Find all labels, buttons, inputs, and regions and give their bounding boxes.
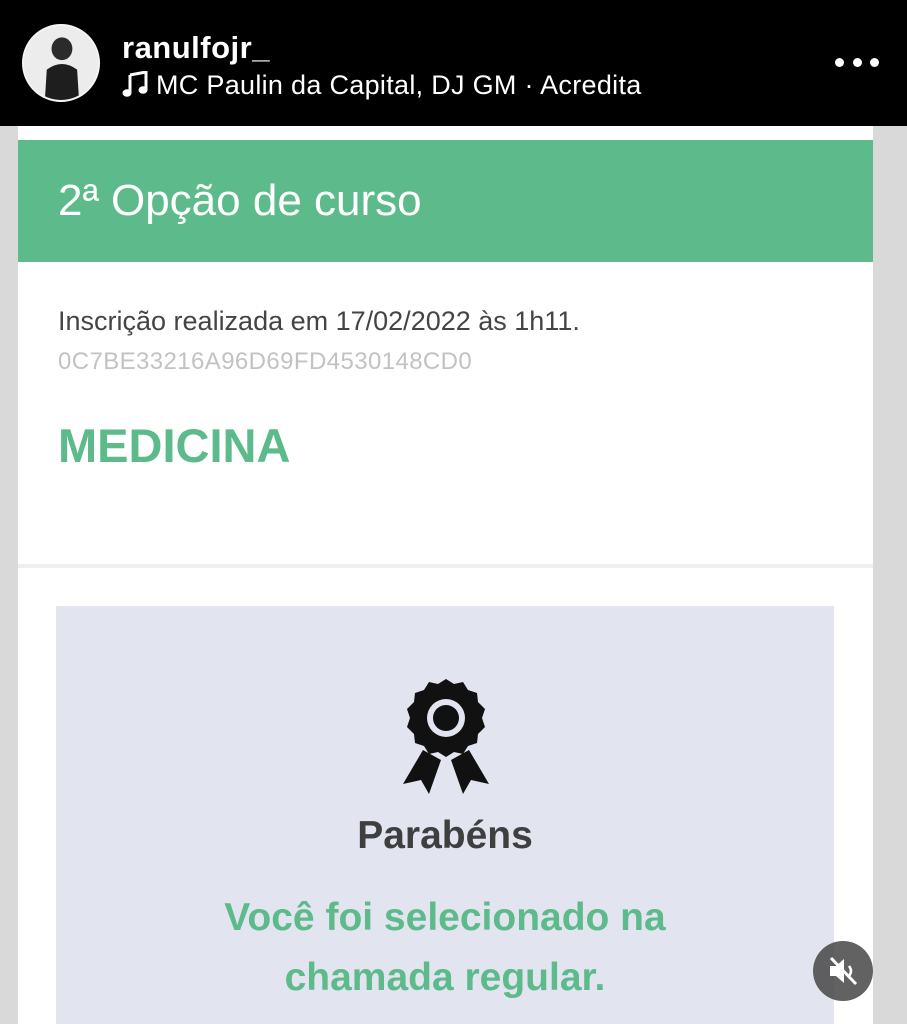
music-note-icon	[122, 71, 148, 97]
selection-message-line1: Você foi selecionado na	[224, 896, 666, 939]
selection-message: Você foi selecionado na chamada regular.	[56, 888, 834, 1008]
music-label: MC Paulin da Capital, DJ GM · Acredita	[156, 69, 642, 100]
profile-avatar-icon	[24, 26, 98, 100]
more-options-icon[interactable]	[835, 48, 879, 76]
result-panel: Parabéns Você foi selecionado na chamada…	[56, 606, 834, 1024]
avatar[interactable]	[22, 24, 100, 102]
course-card: 2ª Opção de curso Inscrição realizada em…	[18, 126, 873, 1024]
course-name: MEDICINA	[58, 419, 291, 472]
story-header: ranulfojr_ MC Paulin da Capital, DJ GM ·…	[0, 0, 907, 126]
divider	[18, 564, 873, 568]
inscricao-text: Inscrição realizada em 17/02/2022 às 1h1…	[58, 306, 580, 336]
award-ribbon-icon	[403, 679, 489, 794]
card-header: 2ª Opção de curso	[18, 140, 873, 262]
card-header-title: 2ª Opção de curso	[58, 176, 422, 225]
mute-button[interactable]	[813, 941, 873, 1001]
congrats-title: Parabéns	[357, 814, 533, 857]
inscricao-hash: 0C7BE33216A96D69FD4530148CD0	[58, 348, 473, 375]
username[interactable]: ranulfojr_	[122, 30, 270, 66]
selection-message-line2: chamada regular.	[284, 956, 606, 999]
speaker-muted-icon	[829, 956, 858, 986]
music-info[interactable]: MC Paulin da Capital, DJ GM · Acredita	[122, 68, 642, 102]
